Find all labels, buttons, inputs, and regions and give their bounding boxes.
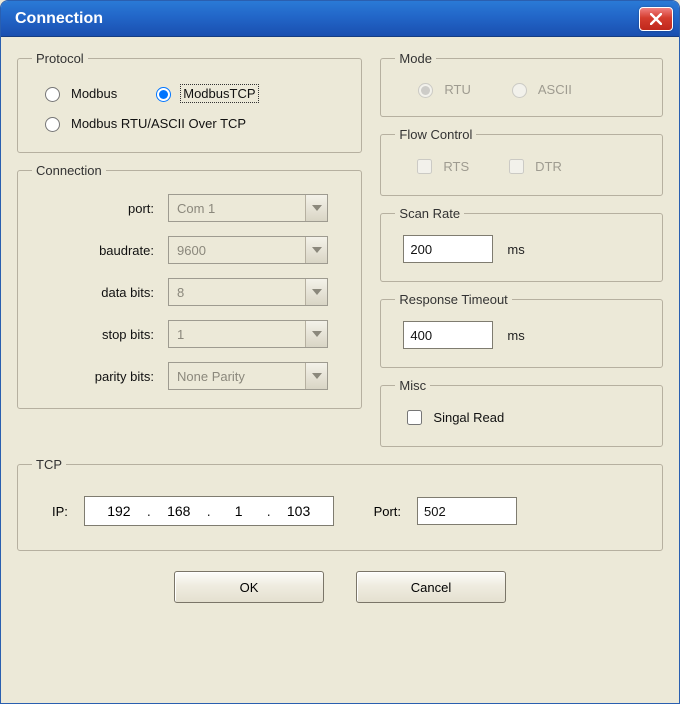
ip-octet-1[interactable] [97,502,141,520]
response-timeout-legend: Response Timeout [395,292,511,307]
scan-rate-legend: Scan Rate [395,206,464,221]
flow-rts-input [417,159,432,174]
titlebar: Connection [1,1,679,37]
port-label: port: [40,201,160,216]
dialog-body: Protocol Modbus ModbusTCP [1,37,679,703]
ip-label: IP: [52,504,68,519]
scan-rate-input[interactable] [403,235,493,263]
parity-bits-value: None Parity [169,369,305,384]
close-icon [650,13,662,25]
flow-dtr-input [509,159,524,174]
ip-input[interactable]: . . . [84,496,334,526]
flow-control-group: Flow Control RTS DTR [380,127,663,196]
baudrate-combo: 9600 [168,236,328,264]
single-read-check[interactable]: Singal Read [403,407,504,428]
tcp-legend: TCP [32,457,66,472]
protocol-rtu-ascii-tcp-input[interactable] [45,117,60,132]
single-read-label: Singal Read [433,410,504,425]
chevron-down-icon [305,237,327,263]
protocol-modbus-input[interactable] [45,87,60,102]
port-value: Com 1 [169,201,305,216]
response-timeout-group: Response Timeout ms [380,292,663,368]
chevron-down-icon [305,363,327,389]
mode-rtu-radio: RTU [413,80,470,98]
baudrate-label: baudrate: [40,243,160,258]
protocol-group: Protocol Modbus ModbusTCP [17,51,362,153]
response-timeout-input[interactable] [403,321,493,349]
tcp-port-input[interactable] [417,497,517,525]
chevron-down-icon [305,195,327,221]
mode-rtu-label: RTU [444,82,470,97]
flow-rts-check: RTS [413,156,469,177]
response-timeout-unit: ms [507,328,524,343]
misc-group: Misc Singal Read [380,378,663,447]
window-title: Connection [15,10,103,28]
tcp-port-label: Port: [374,504,401,519]
ok-button[interactable]: OK [174,571,324,603]
protocol-legend: Protocol [32,51,88,66]
ip-octet-2[interactable] [157,502,201,520]
port-combo: Com 1 [168,194,328,222]
baudrate-value: 9600 [169,243,305,258]
protocol-modbustcp-input[interactable] [156,87,171,102]
flow-rts-label: RTS [443,159,469,174]
protocol-modbustcp-radio[interactable]: ModbusTCP [151,84,256,102]
scan-rate-group: Scan Rate ms [380,206,663,282]
connection-group: Connection port: Com 1 baudrate: 9600 da… [17,163,362,409]
ip-dot: . [147,503,151,519]
ip-octet-4[interactable] [277,502,321,520]
data-bits-label: data bits: [40,285,160,300]
data-bits-combo: 8 [168,278,328,306]
protocol-rtu-ascii-tcp-radio[interactable]: Modbus RTU/ASCII Over TCP [40,114,246,132]
mode-group: Mode RTU ASCII [380,51,663,117]
parity-bits-combo: None Parity [168,362,328,390]
mode-ascii-input [512,83,527,98]
close-button[interactable] [639,7,673,31]
mode-rtu-input [418,83,433,98]
single-read-input[interactable] [407,410,422,425]
stop-bits-label: stop bits: [40,327,160,342]
flow-dtr-label: DTR [535,159,562,174]
mode-ascii-label: ASCII [538,82,572,97]
misc-legend: Misc [395,378,430,393]
flow-dtr-check: DTR [505,156,562,177]
chevron-down-icon [305,279,327,305]
chevron-down-icon [305,321,327,347]
data-bits-value: 8 [169,285,305,300]
mode-ascii-radio: ASCII [507,80,572,98]
parity-bits-label: parity bits: [40,369,160,384]
protocol-modbus-radio[interactable]: Modbus [40,84,117,102]
flow-control-legend: Flow Control [395,127,476,142]
protocol-modbus-label: Modbus [71,86,117,101]
cancel-button[interactable]: Cancel [356,571,506,603]
tcp-group: TCP IP: . . . Port: [17,457,663,551]
stop-bits-value: 1 [169,327,305,342]
ip-dot: . [207,503,211,519]
protocol-modbustcp-label: ModbusTCP [182,86,256,101]
connection-dialog: Connection Protocol Modbus Modb [0,0,680,704]
ip-dot: . [267,503,271,519]
stop-bits-combo: 1 [168,320,328,348]
connection-legend: Connection [32,163,106,178]
scan-rate-unit: ms [507,242,524,257]
protocol-rtu-ascii-tcp-label: Modbus RTU/ASCII Over TCP [71,116,246,131]
ip-octet-3[interactable] [217,502,261,520]
mode-legend: Mode [395,51,436,66]
